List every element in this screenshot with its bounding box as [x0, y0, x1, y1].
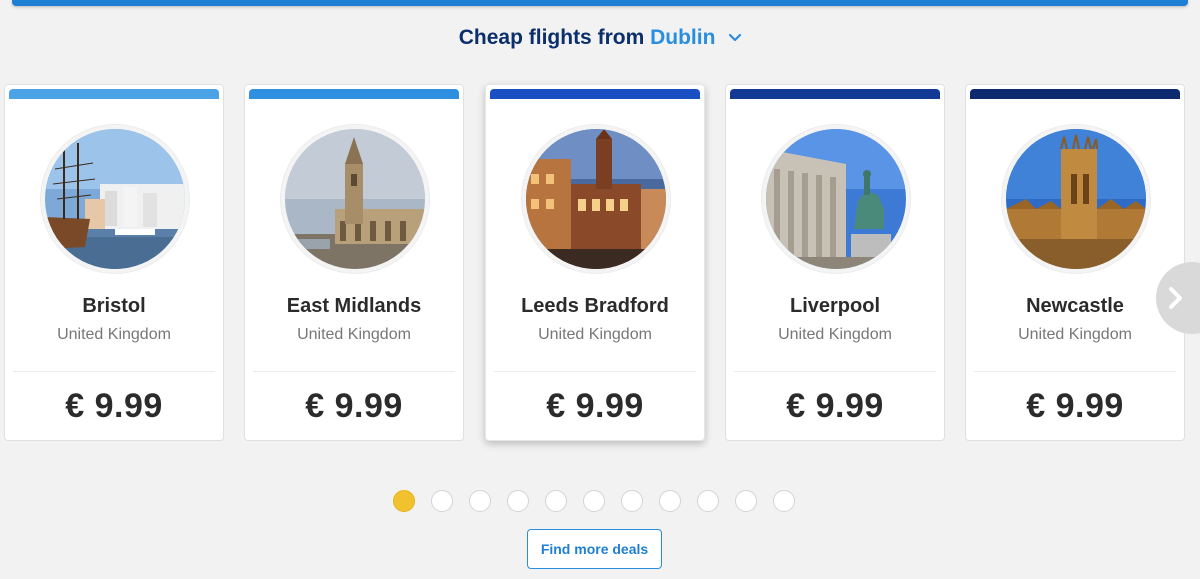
card-divider [13, 371, 215, 372]
deal-card-bristol[interactable]: Bristol United Kingdom € 9.99 [4, 84, 224, 441]
city-photo-frame [762, 125, 910, 273]
deal-card-east-midlands[interactable]: East Midlands United Kingdom € 9.99 [244, 84, 464, 441]
card-color-stripe [9, 89, 219, 99]
page-dot[interactable] [393, 490, 415, 512]
page-dot[interactable] [621, 490, 643, 512]
country-name: United Kingdom [538, 326, 652, 343]
page-dot[interactable] [469, 490, 491, 512]
price-label: € 9.99 [786, 387, 884, 425]
country-name: United Kingdom [297, 326, 411, 343]
cathedral-photo [1006, 129, 1146, 269]
top-accent-bar [12, 0, 1188, 6]
page-dot[interactable] [697, 490, 719, 512]
page-dot[interactable] [431, 490, 453, 512]
deal-card-leeds-bradford[interactable]: Leeds Bradford United Kingdom € 9.99 [485, 84, 705, 441]
city-name: Bristol [82, 295, 146, 317]
page-dot[interactable] [545, 490, 567, 512]
city-name: Newcastle [1026, 295, 1124, 317]
heading-prefix: Cheap flights from [458, 26, 645, 49]
city-hall-photo [526, 129, 666, 269]
chevron-right-icon [1169, 287, 1182, 309]
city-name: Leeds Bradford [521, 295, 669, 317]
city-photo-frame [522, 125, 670, 273]
country-name: United Kingdom [1018, 326, 1132, 343]
card-color-stripe [730, 89, 940, 99]
page-dot[interactable] [583, 490, 605, 512]
card-color-stripe [490, 89, 700, 99]
city-name: Liverpool [789, 295, 880, 317]
statue-photo [766, 129, 906, 269]
city-photo-frame [41, 125, 189, 273]
country-name: United Kingdom [57, 326, 171, 343]
deal-card-newcastle[interactable]: Newcastle United Kingdom € 9.99 [965, 84, 1185, 441]
city-photo-frame [281, 125, 429, 273]
chevron-down-icon[interactable] [729, 24, 742, 48]
find-more-deals-button[interactable]: Find more deals [527, 529, 662, 569]
page-dot[interactable] [735, 490, 757, 512]
church-photo [285, 129, 425, 269]
harbour-photo [45, 129, 185, 269]
card-color-stripe [249, 89, 459, 99]
city-photo-frame [1002, 125, 1150, 273]
page-dot[interactable] [773, 490, 795, 512]
page-heading: Cheap flights from Dublin [0, 26, 1200, 50]
page-dot[interactable] [507, 490, 529, 512]
card-color-stripe [970, 89, 1180, 99]
card-divider [253, 371, 455, 372]
deals-carousel: Bristol United Kingdom € 9.99 East Midla… [0, 84, 1200, 444]
card-divider [734, 371, 936, 372]
card-divider [974, 371, 1176, 372]
deal-card-liverpool[interactable]: Liverpool United Kingdom € 9.99 [725, 84, 945, 441]
price-label: € 9.99 [305, 387, 403, 425]
city-name: East Midlands [286, 295, 422, 317]
page-dot[interactable] [659, 490, 681, 512]
price-label: € 9.99 [546, 387, 644, 425]
origin-city-selector[interactable]: Dublin [650, 26, 715, 49]
country-name: United Kingdom [778, 326, 892, 343]
price-label: € 9.99 [1026, 387, 1124, 425]
price-label: € 9.99 [65, 387, 163, 425]
card-divider [494, 371, 696, 372]
